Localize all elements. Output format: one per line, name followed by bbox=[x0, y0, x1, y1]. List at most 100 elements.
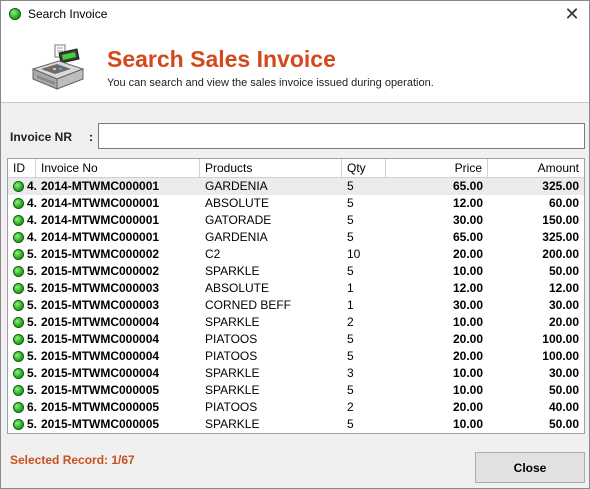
column-header-id[interactable]: ID bbox=[8, 159, 36, 178]
row-status-icon bbox=[13, 334, 24, 345]
table-row[interactable]: 5. 2015-MTWMC000004 PIATOOS 5 20.00 100.00 bbox=[8, 331, 584, 348]
cell-qty: 5 bbox=[347, 264, 354, 278]
cell-price: 30.00 bbox=[452, 298, 483, 312]
table-row[interactable]: 5. 2015-MTWMC000003 CORNED BEFF 1 30.00 30.00 bbox=[8, 297, 584, 314]
column-header-qty[interactable]: Qty bbox=[342, 159, 386, 178]
cell-invoice-no: 2015-MTWMC000004 bbox=[41, 332, 160, 346]
cell-product: CORNED BEFF bbox=[205, 298, 292, 312]
cell-product: GARDENIA bbox=[205, 230, 268, 244]
cell-product: PIATOOS bbox=[205, 400, 258, 414]
cell-price: 10.00 bbox=[452, 315, 483, 329]
column-header-products[interactable]: Products bbox=[200, 159, 342, 178]
cell-qty: 5 bbox=[347, 332, 354, 346]
cell-amount: 325.00 bbox=[542, 179, 579, 193]
cell-price: 65.00 bbox=[452, 230, 483, 244]
cell-invoice-no: 2015-MTWMC000004 bbox=[41, 349, 160, 363]
invoice-nr-colon: : bbox=[89, 130, 93, 144]
cell-amount: 100.00 bbox=[542, 349, 579, 363]
close-button[interactable]: Close bbox=[475, 452, 585, 483]
row-status-icon bbox=[13, 181, 24, 192]
cell-amount: 12.00 bbox=[548, 281, 579, 295]
cell-amount: 150.00 bbox=[542, 213, 579, 227]
table-row[interactable]: 5. 2015-MTWMC000004 PIATOOS 5 20.00 100.00 bbox=[8, 348, 584, 365]
cell-qty: 2 bbox=[347, 400, 354, 414]
header-banner: Search Sales Invoice You can search and … bbox=[1, 29, 589, 103]
cell-invoice-no: 2014-MTWMC000001 bbox=[41, 213, 160, 227]
table-row[interactable]: 6. 2015-MTWMC000005 PIATOOS 2 20.00 40.00 bbox=[8, 399, 584, 416]
cell-amount: 50.00 bbox=[548, 417, 579, 431]
cell-amount: 50.00 bbox=[548, 383, 579, 397]
cell-invoice-no: 2015-MTWMC000003 bbox=[41, 298, 160, 312]
cell-price: 20.00 bbox=[452, 349, 483, 363]
row-status-icon bbox=[13, 317, 24, 328]
cell-qty: 2 bbox=[347, 315, 354, 329]
invoice-grid[interactable]: ID Invoice No Products Qty Price Amount … bbox=[7, 158, 585, 434]
cell-product: PIATOOS bbox=[205, 332, 258, 346]
cell-price: 10.00 bbox=[452, 383, 483, 397]
table-row[interactable]: 4. 2014-MTWMC000001 GARDENIA 5 65.00 325.00 bbox=[8, 229, 584, 246]
row-status-icon bbox=[13, 385, 24, 396]
selected-record-status: Selected Record: 1/67 bbox=[10, 453, 135, 467]
table-row[interactable]: 5. 2015-MTWMC000004 SPARKLE 3 10.00 30.00 bbox=[8, 365, 584, 382]
table-row[interactable]: 5. 2015-MTWMC000004 SPARKLE 2 10.00 20.00 bbox=[8, 314, 584, 331]
column-header-amount[interactable]: Amount bbox=[488, 159, 584, 178]
table-row[interactable]: 5. 2015-MTWMC000005 SPARKLE 5 10.00 50.00 bbox=[8, 416, 584, 433]
table-row[interactable]: 5. 2015-MTWMC000002 C2 10 20.00 200.00 bbox=[8, 246, 584, 263]
cell-product: SPARKLE bbox=[205, 315, 260, 329]
window-close-icon[interactable]: ✕ bbox=[555, 1, 589, 29]
row-status-icon bbox=[13, 283, 24, 294]
cell-qty: 5 bbox=[347, 417, 354, 431]
table-row[interactable]: 4. 2014-MTWMC000001 ABSOLUTE 5 12.00 60.00 bbox=[8, 195, 584, 212]
cell-amount: 60.00 bbox=[548, 196, 579, 210]
grid-header: ID Invoice No Products Qty Price Amount bbox=[8, 159, 584, 178]
invoice-nr-label: Invoice NR bbox=[10, 130, 73, 144]
invoice-nr-input[interactable] bbox=[98, 123, 585, 149]
cell-qty: 1 bbox=[347, 281, 354, 295]
cell-invoice-no: 2014-MTWMC000001 bbox=[41, 196, 160, 210]
table-row[interactable]: 4. 2014-MTWMC000001 GARDENIA 5 65.00 325.00 bbox=[8, 178, 584, 195]
cell-qty: 3 bbox=[347, 366, 354, 380]
cell-invoice-no: 2014-MTWMC000001 bbox=[41, 230, 160, 244]
table-row[interactable]: 5. 2015-MTWMC000003 ABSOLUTE 1 12.00 12.00 bbox=[8, 280, 584, 297]
cell-qty: 1 bbox=[347, 298, 354, 312]
cell-invoice-no: 2015-MTWMC000005 bbox=[41, 383, 160, 397]
row-status-icon bbox=[13, 215, 24, 226]
cell-invoice-no: 2015-MTWMC000003 bbox=[41, 281, 160, 295]
cell-price: 10.00 bbox=[452, 417, 483, 431]
cell-invoice-no: 2015-MTWMC000002 bbox=[41, 264, 160, 278]
cell-qty: 5 bbox=[347, 179, 354, 193]
cell-qty: 5 bbox=[347, 230, 354, 244]
cell-amount: 100.00 bbox=[542, 332, 579, 346]
row-status-icon bbox=[13, 419, 24, 430]
cell-amount: 20.00 bbox=[548, 315, 579, 329]
cell-price: 12.00 bbox=[452, 196, 483, 210]
cell-product: SPARKLE bbox=[205, 383, 260, 397]
cell-product: C2 bbox=[205, 247, 221, 261]
cell-amount: 325.00 bbox=[542, 230, 579, 244]
row-status-icon bbox=[13, 402, 24, 413]
page-subtitle: You can search and view the sales invoic… bbox=[107, 77, 434, 89]
table-row[interactable]: 5. 2015-MTWMC000002 SPARKLE 5 10.00 50.00 bbox=[8, 263, 584, 280]
column-header-invoice-no[interactable]: Invoice No bbox=[36, 159, 200, 178]
cell-price: 10.00 bbox=[452, 366, 483, 380]
cell-qty: 5 bbox=[347, 349, 354, 363]
row-status-icon bbox=[13, 368, 24, 379]
cell-price: 20.00 bbox=[452, 332, 483, 346]
cell-invoice-no: 2015-MTWMC000004 bbox=[41, 315, 160, 329]
cell-invoice-no: 2014-MTWMC000001 bbox=[41, 179, 160, 193]
cell-amount: 200.00 bbox=[542, 247, 579, 261]
table-row[interactable]: 4. 2014-MTWMC000001 GATORADE 5 30.00 150.00 bbox=[8, 212, 584, 229]
cell-amount: 40.00 bbox=[548, 400, 579, 414]
column-header-price[interactable]: Price bbox=[386, 159, 488, 178]
cell-product: ABSOLUTE bbox=[205, 196, 270, 210]
cell-price: 12.00 bbox=[452, 281, 483, 295]
cell-price: 20.00 bbox=[452, 247, 483, 261]
cell-invoice-no: 2015-MTWMC000004 bbox=[41, 366, 160, 380]
cell-invoice-no: 2015-MTWMC000002 bbox=[41, 247, 160, 261]
table-row[interactable]: 5. 2015-MTWMC000005 SPARKLE 5 10.00 50.00 bbox=[8, 382, 584, 399]
cell-product: SPARKLE bbox=[205, 264, 260, 278]
window-title: Search Invoice bbox=[28, 7, 108, 21]
row-status-icon bbox=[13, 266, 24, 277]
cell-amount: 30.00 bbox=[548, 366, 579, 380]
title-bar: Search Invoice ✕ bbox=[1, 1, 589, 29]
